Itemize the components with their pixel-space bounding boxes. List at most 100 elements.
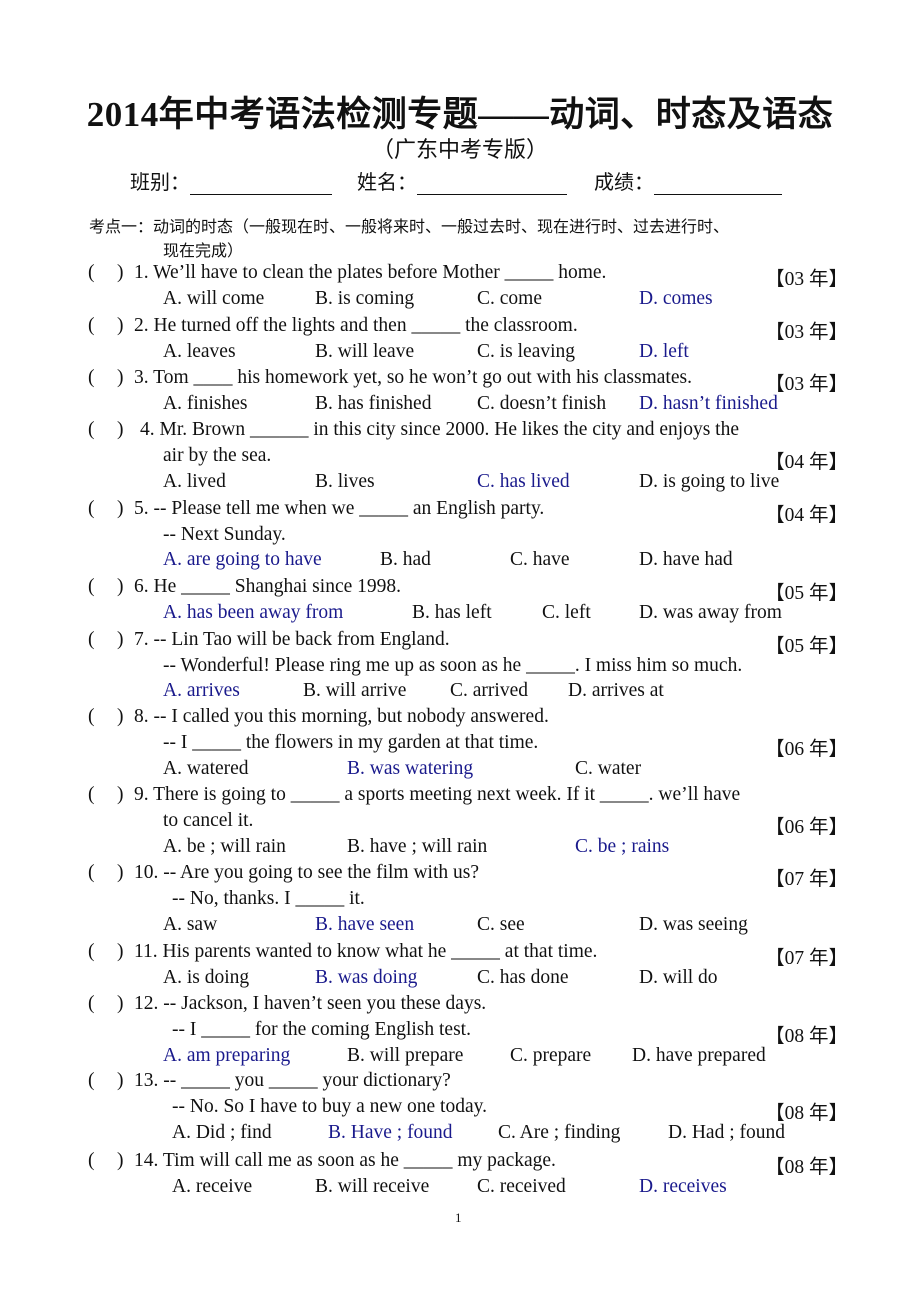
option-d[interactable]: D. is going to live	[639, 471, 779, 493]
question-stem-continued: -- Next Sunday.	[163, 524, 286, 545]
option-c[interactable]: C. has done	[477, 967, 569, 989]
option-a[interactable]: A. has been away from	[163, 602, 343, 624]
option-a[interactable]: A. watered	[163, 758, 249, 780]
option-b[interactable]: B. had	[380, 549, 431, 571]
answer-paren-close: )	[117, 1070, 124, 1091]
option-b[interactable]: B. has finished	[315, 393, 431, 415]
answer-paren-open: (	[88, 629, 95, 650]
answer-paren-close: )	[117, 993, 124, 1014]
option-d[interactable]: D. Had ; found	[668, 1122, 785, 1144]
option-c[interactable]: C. have	[510, 549, 570, 571]
option-a[interactable]: A. be ; will rain	[163, 836, 286, 858]
option-a[interactable]: A. will come	[163, 288, 264, 310]
question-stem-continued: -- Wonderful! Please ring me up as soon …	[163, 655, 743, 676]
answer-slot[interactable]	[96, 419, 116, 443]
option-a[interactable]: A. finishes	[163, 393, 248, 415]
question-stem-continued: -- No. So I have to buy a new one today.	[172, 1096, 487, 1117]
option-a[interactable]: A. saw	[163, 914, 217, 936]
option-b[interactable]: B. have seen	[315, 914, 414, 936]
option-a[interactable]: A. leaves	[163, 341, 236, 363]
option-b[interactable]: B. is coming	[315, 288, 414, 310]
option-c[interactable]: C. left	[542, 602, 591, 624]
answer-paren-close: )	[117, 706, 124, 727]
class-label: 班别：	[130, 172, 190, 194]
option-c[interactable]: C. doesn’t finish	[477, 393, 606, 415]
option-b[interactable]: B. was doing	[315, 967, 417, 989]
answer-paren-close: )	[117, 576, 124, 597]
option-d[interactable]: D. was seeing	[639, 914, 748, 936]
answer-slot[interactable]	[96, 629, 116, 653]
answer-slot[interactable]	[96, 498, 116, 522]
answer-slot[interactable]	[96, 367, 116, 391]
option-a[interactable]: A. arrives	[163, 680, 240, 702]
answer-paren-open: (	[88, 262, 95, 283]
answer-slot[interactable]	[96, 1150, 116, 1174]
option-c[interactable]: C. arrived	[450, 680, 528, 702]
question-stem: 9. There is going to _____ a sports meet…	[134, 784, 741, 805]
option-b[interactable]: B. was watering	[347, 758, 473, 780]
answer-paren-open: (	[88, 315, 95, 336]
option-d[interactable]: D. was away from	[639, 602, 782, 624]
question-stem-continued: -- I _____ for the coming English test.	[172, 1019, 471, 1040]
year-tag: 【04 年】	[765, 505, 848, 526]
answer-paren-close: )	[117, 784, 124, 805]
option-b[interactable]: B. will arrive	[303, 680, 406, 702]
option-b[interactable]: B. will receive	[315, 1176, 429, 1198]
question-stem: 6. He _____ Shanghai since 1998.	[134, 576, 402, 597]
score-blank[interactable]	[654, 174, 782, 195]
option-d[interactable]: D. will do	[639, 967, 718, 989]
option-c[interactable]: C. come	[477, 288, 542, 310]
answer-slot[interactable]	[96, 941, 116, 965]
option-c[interactable]: C. water	[575, 758, 641, 780]
option-a[interactable]: A. am preparing	[163, 1045, 290, 1067]
option-c[interactable]: C. see	[477, 914, 525, 936]
answer-paren-close: )	[117, 367, 124, 388]
option-a[interactable]: A. are going to have	[163, 549, 322, 571]
option-c[interactable]: C. be ; rains	[575, 836, 669, 858]
section-heading-line1: 考点一：动词的时态（一般现在时、一般将来时、一般过去时、现在进行时、过去进行时、	[89, 219, 730, 236]
answer-slot[interactable]	[96, 315, 116, 339]
answer-slot[interactable]	[96, 1070, 116, 1094]
answer-slot[interactable]	[96, 262, 116, 286]
option-d[interactable]: D. receives	[639, 1176, 727, 1198]
option-c[interactable]: C. prepare	[510, 1045, 591, 1067]
option-a[interactable]: A. lived	[163, 471, 226, 493]
option-d[interactable]: D. have had	[639, 549, 733, 571]
question-stem: 2. He turned off the lights and then ___…	[134, 315, 578, 336]
option-c[interactable]: C. received	[477, 1176, 566, 1198]
answer-slot[interactable]	[96, 576, 116, 600]
answer-paren-open: (	[88, 862, 95, 883]
option-d[interactable]: D. arrives at	[568, 680, 664, 702]
answer-paren-open: (	[88, 706, 95, 727]
year-tag: 【03 年】	[765, 374, 848, 395]
answer-slot[interactable]	[96, 862, 116, 886]
option-b[interactable]: B. lives	[315, 471, 375, 493]
page-title: 2014年中考语法检测专题——动词、时态及语态	[86, 95, 834, 134]
answer-slot[interactable]	[96, 993, 116, 1017]
option-a[interactable]: A. is doing	[163, 967, 249, 989]
option-a[interactable]: A. receive	[172, 1176, 252, 1198]
answer-slot[interactable]	[96, 706, 116, 730]
option-d[interactable]: D. have prepared	[632, 1045, 766, 1067]
year-tag: 【03 年】	[765, 269, 848, 290]
option-d[interactable]: D. hasn’t finished	[639, 393, 778, 415]
year-tag: 【04 年】	[765, 452, 848, 473]
option-c[interactable]: C. is leaving	[477, 341, 575, 363]
answer-slot[interactable]	[96, 784, 116, 808]
option-c[interactable]: C. Are ; finding	[498, 1122, 620, 1144]
option-b[interactable]: B. Have ; found	[328, 1122, 453, 1144]
option-c[interactable]: C. has lived	[477, 471, 570, 493]
option-d[interactable]: D. left	[639, 341, 689, 363]
answer-paren-close: )	[117, 498, 124, 519]
class-blank[interactable]	[190, 174, 332, 195]
year-tag: 【05 年】	[765, 583, 848, 604]
option-b[interactable]: B. will leave	[315, 341, 414, 363]
option-b[interactable]: B. will prepare	[347, 1045, 463, 1067]
option-d[interactable]: D. comes	[639, 288, 713, 310]
answer-paren-open: (	[88, 784, 95, 805]
option-b[interactable]: B. has left	[412, 602, 492, 624]
option-b[interactable]: B. have ; will rain	[347, 836, 487, 858]
name-blank[interactable]	[417, 174, 567, 195]
question-stem: 1. We’ll have to clean the plates before…	[134, 262, 607, 283]
option-a[interactable]: A. Did ; find	[172, 1122, 272, 1144]
